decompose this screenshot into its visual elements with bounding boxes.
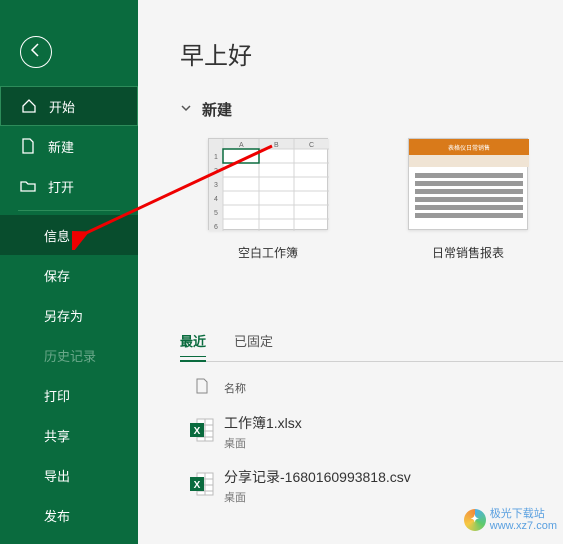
svg-text:B: B [274, 142, 279, 149]
new-section-label: 新建 [202, 99, 232, 120]
svg-text:1: 1 [214, 154, 218, 161]
file-generic-icon [195, 378, 209, 397]
excel-file-icon: X [189, 417, 215, 448]
sidebar-item-label: 打开 [48, 177, 74, 196]
sidebar-item-label: 信息 [44, 226, 70, 245]
sidebar-item-share[interactable]: 共享 [0, 415, 138, 455]
chevron-down-icon [180, 101, 192, 119]
back-button[interactable] [20, 36, 52, 68]
tab-pinned[interactable]: 已固定 [234, 325, 273, 362]
watermark: ✦ 极光下载站 www.xz7.com [464, 508, 557, 532]
tab-recent[interactable]: 最近 [180, 325, 206, 362]
new-file-icon [20, 138, 38, 154]
sidebar-item-label: 导出 [44, 466, 70, 485]
main-panel: 早上好 新建 [138, 0, 563, 544]
watermark-logo-icon: ✦ [464, 509, 486, 531]
sidebar-item-print[interactable]: 打印 [0, 375, 138, 415]
sidebar-item-publish[interactable]: 发布 [0, 495, 138, 535]
svg-text:表格仪日常销售: 表格仪日常销售 [448, 144, 490, 152]
sidebar-item-export[interactable]: 导出 [0, 455, 138, 495]
column-header-name: 名称 [224, 380, 246, 396]
svg-text:6: 6 [214, 224, 218, 231]
divider [18, 210, 120, 211]
watermark-line2: www.xz7.com [490, 520, 557, 532]
sidebar-item-save-as[interactable]: 另存为 [0, 295, 138, 335]
sidebar-item-label: 开始 [49, 97, 75, 116]
sidebar-item-start[interactable]: 开始 [0, 86, 138, 126]
home-icon [21, 98, 39, 114]
file-tabs: 最近 已固定 [180, 325, 563, 362]
svg-text:2: 2 [214, 168, 218, 175]
sidebar-item-history: 历史记录 [0, 335, 138, 375]
file-list-header: 名称 [180, 378, 563, 397]
sidebar-item-label: 新建 [48, 137, 74, 156]
svg-text:A: A [239, 142, 244, 149]
svg-text:X: X [194, 426, 201, 437]
sidebar-item-label: 保存 [44, 266, 70, 285]
sidebar-item-label: 历史记录 [44, 346, 96, 365]
sidebar-item-new[interactable]: 新建 [0, 126, 138, 166]
template-label: 空白工作簿 [238, 244, 298, 261]
file-row[interactable]: X 分享记录-1680160993818.csv 桌面 [180, 459, 563, 513]
template-blank-workbook[interactable]: A B C 1 2 3 4 5 6 空白工作簿 [208, 138, 328, 261]
svg-text:5: 5 [214, 210, 218, 217]
template-thumbnail: A B C 1 2 3 4 5 6 [208, 138, 328, 230]
file-row[interactable]: X 工作簿1.xlsx 桌面 [180, 405, 563, 459]
svg-text:X: X [194, 480, 201, 491]
template-gallery: A B C 1 2 3 4 5 6 空白工作簿 [208, 138, 563, 261]
svg-text:3: 3 [214, 182, 218, 189]
file-location: 桌面 [224, 489, 411, 505]
sidebar-item-label: 发布 [44, 506, 70, 525]
svg-text:4: 4 [214, 196, 218, 203]
excel-file-icon: X [189, 471, 215, 502]
sidebar-item-label: 打印 [44, 386, 70, 405]
sidebar-item-info[interactable]: 信息 [0, 215, 138, 255]
file-name: 工作簿1.xlsx [224, 413, 302, 433]
new-section-toggle[interactable]: 新建 [180, 99, 563, 120]
file-location: 桌面 [224, 435, 302, 451]
svg-text:C: C [309, 142, 314, 149]
sidebar-item-save[interactable]: 保存 [0, 255, 138, 295]
greeting-title: 早上好 [180, 36, 563, 71]
sidebar-item-label: 另存为 [44, 306, 83, 325]
template-thumbnail: 表格仪日常销售 [408, 138, 528, 230]
template-daily-sales[interactable]: 表格仪日常销售 日常销售报表 [408, 138, 528, 261]
arrow-left-icon [28, 42, 44, 63]
watermark-line1: 极光下载站 [490, 508, 557, 520]
file-list: X 工作簿1.xlsx 桌面 X [180, 405, 563, 513]
open-folder-icon [20, 178, 38, 194]
template-label: 日常销售报表 [432, 244, 504, 261]
file-name: 分享记录-1680160993818.csv [224, 467, 411, 487]
sidebar: 开始 新建 打开 信息 保存 另存为 历史记录 打印 [0, 0, 138, 544]
nav-list: 开始 新建 打开 信息 保存 另存为 历史记录 打印 [0, 86, 138, 535]
sidebar-item-open[interactable]: 打开 [0, 166, 138, 206]
sidebar-item-label: 共享 [44, 426, 70, 445]
